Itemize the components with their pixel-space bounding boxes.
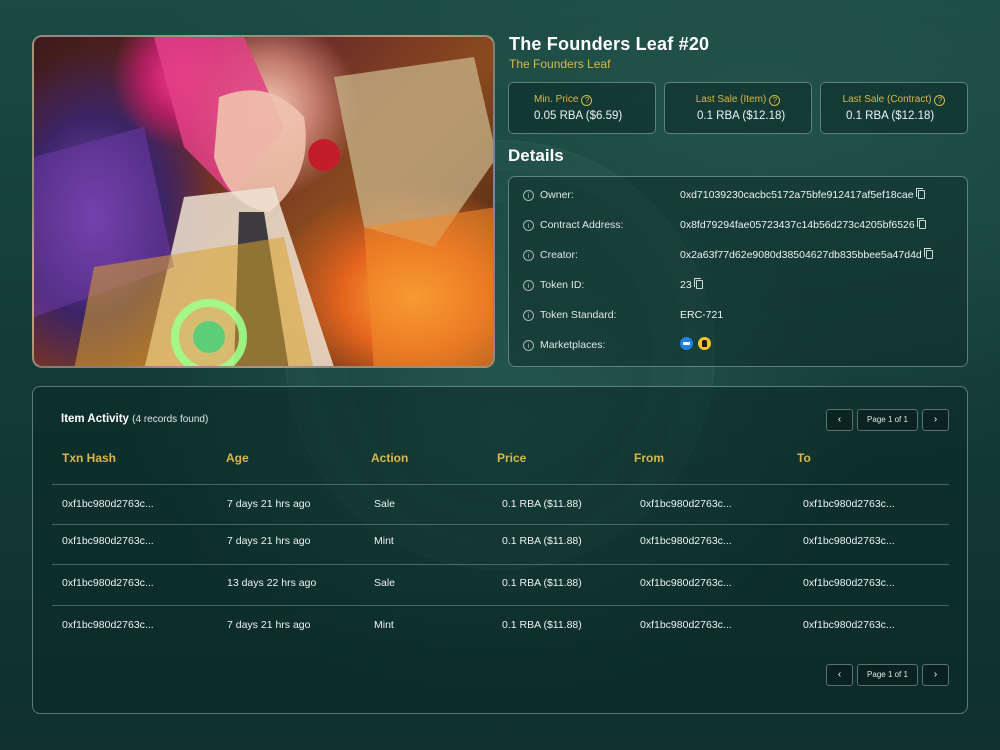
action-cell: Mint	[374, 619, 394, 631]
help-icon[interactable]: ?	[934, 95, 946, 106]
info-icon: i	[523, 310, 534, 321]
stat-min-price: Min. Price? 0.05 RBA ($6.59)	[508, 82, 656, 134]
txn-hash-link[interactable]: 0xf1bc980d2763c...	[62, 577, 154, 589]
col-header-txn-hash[interactable]: Txn Hash	[62, 451, 116, 465]
detail-row-token-id: i Token ID: 23	[509, 276, 967, 296]
opensea-icon[interactable]	[680, 337, 693, 350]
detail-row-creator: i Creator: 0x2a63f77d62e9080d38504627db8…	[509, 246, 967, 266]
copy-icon[interactable]	[923, 248, 933, 259]
item-activity-panel: Item Activity (4 records found) ‹ Page 1…	[32, 386, 968, 714]
to-address-link[interactable]: 0xf1bc980d2763c...	[803, 577, 895, 589]
token-standard: ERC-721	[680, 309, 724, 321]
copy-icon[interactable]	[916, 218, 926, 229]
col-header-action[interactable]: Action	[371, 451, 408, 465]
stat-label: Last Sale (Item)?	[665, 94, 811, 106]
txn-hash-link[interactable]: 0xf1bc980d2763c...	[62, 498, 154, 510]
prev-page-button[interactable]: ‹	[826, 664, 853, 686]
page-indicator: Page 1 of 1	[857, 409, 918, 431]
row-divider	[52, 605, 949, 606]
stat-last-sale-contract: Last Sale (Contract)? 0.1 RBA ($12.18)	[820, 82, 968, 134]
detail-label: Creator:	[540, 249, 578, 261]
collection-name[interactable]: The Founders Leaf	[509, 57, 610, 71]
col-header-price[interactable]: Price	[497, 451, 526, 465]
owner-address[interactable]: 0xd71039230cacbc5172a75bfe912417af5ef18c…	[680, 189, 914, 201]
col-header-age[interactable]: Age	[226, 451, 249, 465]
detail-row-marketplaces: i Marketplaces:	[509, 336, 967, 356]
detail-label: Token ID:	[540, 279, 585, 291]
col-header-to[interactable]: To	[797, 451, 811, 465]
price-cell: 0.1 RBA ($11.88)	[502, 535, 582, 547]
action-cell: Sale	[374, 498, 396, 510]
detail-row-token-standard: i Token Standard: ERC-721	[509, 306, 967, 326]
info-icon: i	[523, 190, 534, 201]
price-cell: 0.1 RBA ($11.88)	[502, 619, 582, 631]
action-cell: Sale	[374, 577, 396, 589]
age-cell: 7 days 21 hrs ago	[227, 498, 311, 510]
table-divider	[52, 484, 949, 485]
info-icon: i	[523, 220, 534, 231]
detail-label: Token Standard:	[540, 309, 617, 321]
detail-value: 0x8fd79294fae05723437c14b56d273c4205bf65…	[680, 218, 926, 231]
stat-value: 0.1 RBA ($12.18)	[846, 110, 935, 122]
detail-value: 0xd71039230cacbc5172a75bfe912417af5ef18c…	[680, 188, 925, 201]
token-id: 23	[680, 279, 692, 291]
activity-title: Item Activity (4 records found)	[61, 413, 209, 425]
info-icon: i	[523, 280, 534, 291]
action-cell: Mint	[374, 535, 394, 547]
price-cell: 0.1 RBA ($11.88)	[502, 577, 582, 589]
copy-icon[interactable]	[915, 188, 925, 199]
detail-label: Contract Address:	[540, 219, 624, 231]
col-header-from[interactable]: From	[634, 451, 664, 465]
prev-page-button[interactable]: ‹	[826, 409, 853, 431]
detail-value: 23	[680, 278, 703, 291]
info-icon: i	[523, 340, 534, 351]
marketplace-icon[interactable]	[698, 337, 711, 350]
to-address-link[interactable]: 0xf1bc980d2763c...	[803, 498, 895, 510]
records-count: (4 records found)	[132, 414, 209, 425]
detail-row-contract: i Contract Address: 0x8fd79294fae0572343…	[509, 216, 967, 236]
from-address-link[interactable]: 0xf1bc980d2763c...	[640, 498, 732, 510]
detail-value: 0x2a63f77d62e9080d38504627db835bbee5a47d…	[680, 248, 933, 261]
details-panel: i Owner: 0xd71039230cacbc5172a75bfe91241…	[508, 176, 968, 367]
from-address-link[interactable]: 0xf1bc980d2763c...	[640, 577, 732, 589]
copy-icon[interactable]	[693, 278, 703, 289]
nft-artwork[interactable]	[32, 35, 495, 368]
page-indicator: Page 1 of 1	[857, 664, 918, 686]
detail-row-owner: i Owner: 0xd71039230cacbc5172a75bfe91241…	[509, 186, 967, 206]
pagination-bottom: ‹ Page 1 of 1 ›	[826, 664, 949, 686]
marketplace-links	[680, 337, 716, 350]
next-page-button[interactable]: ›	[922, 409, 949, 431]
txn-hash-link[interactable]: 0xf1bc980d2763c...	[62, 619, 154, 631]
age-cell: 13 days 22 hrs ago	[227, 577, 317, 589]
price-cell: 0.1 RBA ($11.88)	[502, 498, 582, 510]
row-divider	[52, 564, 949, 565]
stat-label: Last Sale (Contract)?	[821, 94, 967, 106]
stat-value: 0.05 RBA ($6.59)	[534, 110, 623, 122]
item-title: The Founders Leaf #20	[509, 34, 710, 54]
detail-label: Marketplaces:	[540, 339, 606, 351]
from-address-link[interactable]: 0xf1bc980d2763c...	[640, 535, 732, 547]
stat-value: 0.1 RBA ($12.18)	[697, 110, 786, 122]
to-address-link[interactable]: 0xf1bc980d2763c...	[803, 535, 895, 547]
pagination-top: ‹ Page 1 of 1 ›	[826, 409, 949, 431]
details-heading: Details	[508, 146, 564, 165]
contract-address[interactable]: 0x8fd79294fae05723437c14b56d273c4205bf65…	[680, 219, 915, 231]
row-divider	[52, 524, 949, 525]
to-address-link[interactable]: 0xf1bc980d2763c...	[803, 619, 895, 631]
stat-label: Min. Price?	[534, 94, 655, 106]
info-icon: i	[523, 250, 534, 261]
next-page-button[interactable]: ›	[922, 664, 949, 686]
help-icon[interactable]: ?	[581, 95, 593, 106]
age-cell: 7 days 21 hrs ago	[227, 619, 311, 631]
help-icon[interactable]: ?	[769, 95, 781, 106]
from-address-link[interactable]: 0xf1bc980d2763c...	[640, 619, 732, 631]
artwork-illustration	[34, 37, 493, 366]
txn-hash-link[interactable]: 0xf1bc980d2763c...	[62, 535, 154, 547]
creator-address[interactable]: 0x2a63f77d62e9080d38504627db835bbee5a47d…	[680, 249, 922, 261]
stat-last-sale-item: Last Sale (Item)? 0.1 RBA ($12.18)	[664, 82, 812, 134]
detail-label: Owner:	[540, 189, 574, 201]
age-cell: 7 days 21 hrs ago	[227, 535, 311, 547]
